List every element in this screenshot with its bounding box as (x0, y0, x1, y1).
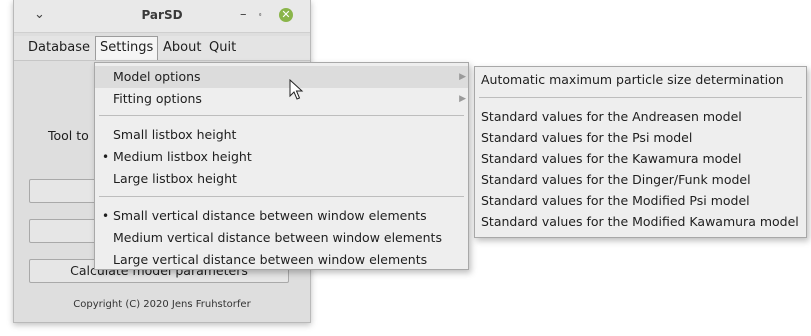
menu-settings[interactable]: Settings (95, 36, 159, 60)
menu-item-large-listbox-height[interactable]: Large listbox height (95, 168, 468, 190)
close-icon[interactable]: ✕ (279, 8, 293, 22)
menu-separator (99, 115, 464, 116)
title-bar: ⌄ ParSD – ⬞ ✕ (14, 0, 310, 33)
menu-separator (479, 97, 802, 98)
radio-bullet-icon: • (102, 209, 110, 223)
menu-item-small-listbox-height[interactable]: Small listbox height (95, 124, 468, 146)
menu-item-medium-vertical-distance[interactable]: Medium vertical distance between window … (95, 227, 468, 249)
maximize-icon[interactable]: ⬞ (259, 6, 261, 24)
minimize-icon[interactable]: – (240, 6, 247, 24)
menu-bar: Database Settings About Quit (14, 36, 310, 61)
menu-item-label: Small vertical distance between window e… (113, 208, 427, 223)
menu-quit[interactable]: Quit (205, 36, 240, 60)
submenu-item-modified-kawamura[interactable]: Standard values for the Modified Kawamur… (475, 211, 806, 233)
menu-item-medium-listbox-height[interactable]: • Medium listbox height (95, 146, 468, 168)
copyright-text: Copyright (C) 2020 Jens Fruhstorfer (73, 299, 251, 310)
menu-database[interactable]: Database (24, 36, 94, 60)
menu-item-label: Small listbox height (113, 127, 237, 142)
menu-item-label: Large vertical distance between window e… (113, 252, 428, 267)
settings-menu: Model options ▶ Fitting options ▶ Small … (94, 62, 469, 270)
submenu-item-psi[interactable]: Standard values for the Psi model (475, 127, 806, 149)
submenu-item-kawamura[interactable]: Standard values for the Kawamura model (475, 148, 806, 170)
menu-separator (99, 196, 464, 197)
menu-item-label: Model options (113, 69, 201, 84)
menu-about[interactable]: About (159, 36, 205, 60)
submenu-item-andreasen[interactable]: Standard values for the Andreasen model (475, 106, 806, 128)
menu-item-model-options[interactable]: Model options ▶ (95, 66, 468, 88)
menu-item-small-vertical-distance[interactable]: • Small vertical distance between window… (95, 205, 468, 227)
submenu-arrow-icon: ▶ (459, 94, 466, 104)
model-options-submenu: Automatic maximum particle size determin… (474, 66, 807, 238)
submenu-arrow-icon: ▶ (459, 72, 466, 82)
menu-item-fitting-options[interactable]: Fitting options ▶ (95, 88, 468, 110)
radio-bullet-icon: • (102, 150, 110, 164)
tool-description-text: Tool to (48, 128, 89, 143)
menu-item-label: Medium vertical distance between window … (113, 230, 442, 245)
submenu-item-dinger-funk[interactable]: Standard values for the Dinger/Funk mode… (475, 169, 806, 191)
submenu-item-modified-psi[interactable]: Standard values for the Modified Psi mod… (475, 190, 806, 212)
window-title: ParSD (141, 8, 183, 22)
menu-item-label: Medium listbox height (113, 149, 252, 164)
menu-item-label: Large listbox height (113, 171, 237, 186)
menu-item-label: Fitting options (113, 91, 202, 106)
mouse-cursor-icon (289, 79, 304, 100)
submenu-item-auto-max-particle-size[interactable]: Automatic maximum particle size determin… (475, 69, 806, 91)
menu-item-large-vertical-distance[interactable]: Large vertical distance between window e… (95, 249, 468, 271)
